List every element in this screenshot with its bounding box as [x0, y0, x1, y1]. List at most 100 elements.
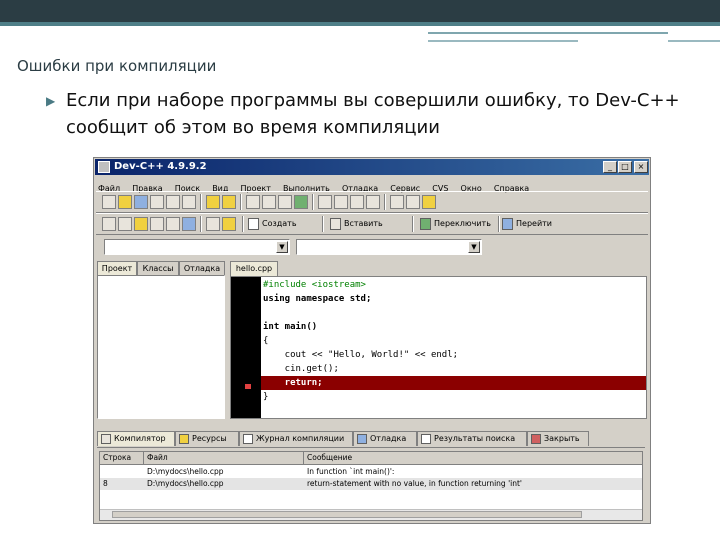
class-select[interactable]: ▼ — [104, 239, 290, 255]
redo-icon[interactable] — [222, 195, 236, 209]
debug-check-icon — [357, 434, 367, 444]
editor-gutter[interactable] — [231, 277, 261, 418]
tab-project[interactable]: Проект — [97, 261, 137, 276]
menu-bar: Файл Правка Поиск Вид Проект Выполнить О… — [96, 176, 648, 193]
code-line[interactable]: #include <iostream> — [261, 278, 646, 292]
app-icon — [98, 161, 110, 173]
table-row[interactable]: D:\mydocs\hello.cpp In function `int mai… — [100, 466, 642, 478]
bullet-triangle-icon: ▶ — [46, 94, 56, 108]
code-line[interactable]: cout << "Hello, World!" << endl; — [261, 348, 646, 362]
devcpp-window: Dev-C++ 4.9.9.2 _ □ × Файл Правка Поиск … — [93, 157, 651, 524]
header-line[interactable]: Строка — [100, 452, 144, 464]
tab-search-results[interactable]: Результаты поиска — [417, 431, 527, 446]
toolbar-separator — [242, 216, 244, 232]
tab-debug-bottom-label: Отладка — [370, 434, 407, 443]
tab-close-panel[interactable]: Закрыть — [527, 431, 589, 446]
tab-resources[interactable]: Ресурсы — [175, 431, 239, 446]
tab-search-results-label: Результаты поиска — [434, 434, 516, 443]
toolbar-separator — [412, 216, 414, 232]
code-line[interactable]: { — [261, 334, 646, 348]
tab-compiler-label: Компилятор — [114, 434, 166, 443]
secondary-toolbar: Создать Вставить Переключить Перейти — [96, 213, 648, 235]
maximize-button[interactable]: □ — [618, 161, 632, 173]
member-select[interactable]: ▼ — [296, 239, 482, 255]
save-all-icon[interactable] — [150, 195, 164, 209]
code-line[interactable]: int main() — [261, 320, 646, 334]
close-button[interactable]: × — [634, 161, 648, 173]
create-icon — [248, 218, 259, 230]
search-results-icon — [421, 434, 431, 444]
bullet-text: Если при наборе программы вы совершили о… — [66, 87, 706, 141]
project-new-icon[interactable] — [102, 217, 116, 231]
compile-icon[interactable] — [318, 195, 332, 209]
compile-log-icon — [243, 434, 253, 444]
row-message: return-statement with no value, in funct… — [307, 479, 522, 488]
code-line[interactable]: } — [261, 390, 646, 404]
new-file-icon[interactable] — [102, 195, 116, 209]
project-tree[interactable] — [97, 275, 225, 419]
project-options-icon[interactable] — [166, 217, 180, 231]
find-icon[interactable] — [246, 195, 260, 209]
code-line-error[interactable]: return; — [261, 376, 646, 390]
code-line[interactable]: cin.get(); — [261, 362, 646, 376]
project-remove-icon[interactable] — [150, 217, 164, 231]
help-icon[interactable] — [406, 195, 420, 209]
tab-compile-log-label: Журнал компиляции — [256, 434, 345, 443]
code-editor[interactable]: #include <iostream> using namespace std;… — [230, 276, 647, 419]
error-marker-icon — [245, 384, 251, 389]
project-add-icon[interactable] — [118, 217, 132, 231]
print-icon[interactable] — [182, 195, 196, 209]
class-browser-icon[interactable] — [182, 217, 196, 231]
goto-line-icon[interactable] — [294, 195, 308, 209]
chevron-down-icon[interactable]: ▼ — [468, 241, 480, 253]
tab-debug-bottom[interactable]: Отладка — [353, 431, 417, 446]
debug-icon[interactable] — [390, 195, 404, 209]
goto-bookmark-icon — [502, 218, 513, 230]
find-next-icon[interactable] — [278, 195, 292, 209]
compiler-messages-grid[interactable]: Строка Файл Сообщение D:\mydocs\hello.cp… — [99, 451, 643, 521]
insert-button[interactable]: Вставить — [344, 217, 383, 231]
header-message[interactable]: Сообщение — [304, 452, 642, 464]
tab-compile-log[interactable]: Журнал компиляции — [239, 431, 353, 446]
project-open-icon[interactable] — [134, 217, 148, 231]
table-row[interactable]: 8 D:\mydocs\hello.cpp return-statement w… — [100, 478, 642, 490]
slide-title: Ошибки при компиляции — [17, 57, 217, 75]
tab-close-panel-label: Закрыть — [544, 434, 580, 443]
minimize-button[interactable]: _ — [603, 161, 617, 173]
save-icon[interactable] — [134, 195, 148, 209]
window-titlebar[interactable]: Dev-C++ 4.9.9.2 _ □ × — [95, 159, 649, 175]
editor-tab[interactable]: hello.cpp — [230, 261, 278, 276]
goto-button[interactable]: Перейти — [516, 217, 552, 231]
tab-debug[interactable]: Отладка — [179, 261, 225, 275]
compiler-icon — [101, 434, 111, 444]
code-line[interactable]: using namespace std; — [261, 292, 646, 306]
toolbar-separator — [498, 216, 500, 232]
toolbar-separator — [322, 216, 324, 232]
main-toolbar — [96, 191, 648, 213]
compile-run-icon[interactable] — [350, 195, 364, 209]
resources-icon — [179, 434, 189, 444]
smiley-icon[interactable] — [222, 217, 236, 231]
tab-classes[interactable]: Классы — [137, 261, 179, 275]
code-line[interactable] — [261, 306, 646, 320]
toggle-button[interactable]: Переключить — [434, 217, 491, 231]
close-file-icon[interactable] — [166, 195, 180, 209]
chevron-down-icon[interactable]: ▼ — [276, 241, 288, 253]
rebuild-icon[interactable] — [366, 195, 380, 209]
horizontal-scrollbar[interactable] — [100, 509, 642, 520]
toolbar-separator — [240, 194, 242, 210]
scrollbar-thumb[interactable] — [112, 511, 582, 518]
tab-compiler[interactable]: Компилятор — [97, 431, 175, 446]
question-icon[interactable] — [206, 217, 220, 231]
undo-icon[interactable] — [206, 195, 220, 209]
header-file[interactable]: Файл — [144, 452, 304, 464]
about-icon[interactable] — [422, 195, 436, 209]
row-line: 8 — [103, 479, 108, 488]
run-icon[interactable] — [334, 195, 348, 209]
bullet-line-2: сообщит об этом во время компиляции — [66, 117, 440, 138]
slide-header-band — [0, 0, 720, 26]
create-button[interactable]: Создать — [262, 217, 297, 231]
replace-icon[interactable] — [262, 195, 276, 209]
bullet-line-1: Если при наборе программы вы совершили о… — [66, 90, 680, 111]
open-icon[interactable] — [118, 195, 132, 209]
